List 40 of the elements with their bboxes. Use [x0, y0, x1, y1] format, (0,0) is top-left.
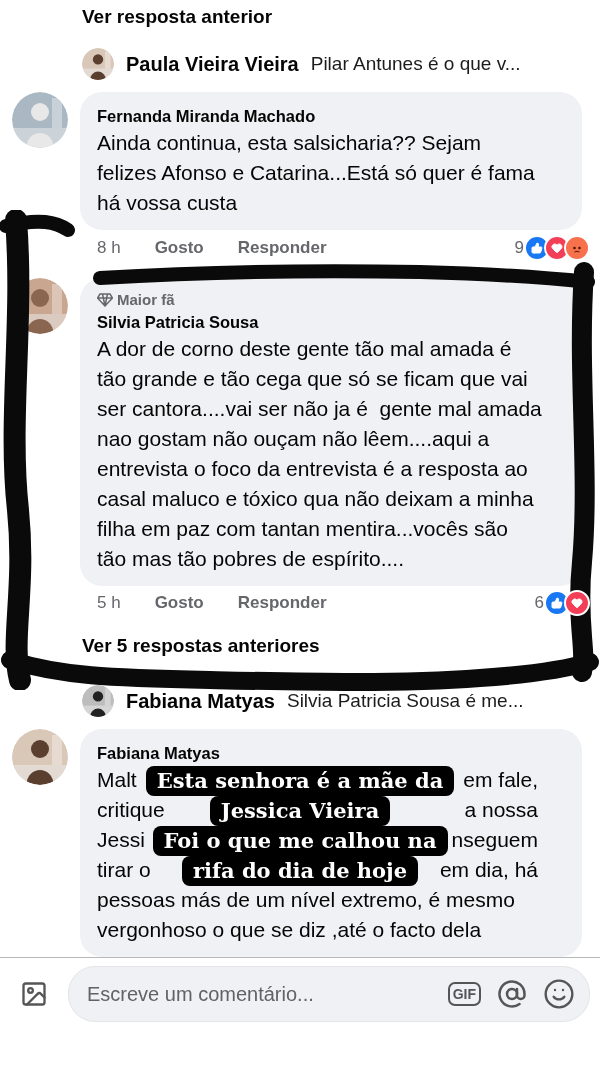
reply-link[interactable]: Responder	[237, 237, 327, 258]
caption-line: Esta senhora é a mãe da	[145, 766, 455, 796]
mention-icon[interactable]	[497, 979, 527, 1009]
smile-icon[interactable]	[543, 978, 575, 1010]
caption-line: rifa do dia de hoje	[181, 856, 419, 886]
comment-author[interactable]: Silvia Patricia Sousa	[97, 309, 542, 334]
gif-button[interactable]: GIF	[447, 982, 481, 1006]
caption-line: Foi o que me calhou na	[152, 826, 448, 856]
badge-label: Maior fã	[117, 289, 175, 310]
like-link[interactable]: Gosto	[154, 593, 204, 614]
reply-snippet: Pilar Antunes é o que v...	[310, 53, 521, 75]
comment-field[interactable]: Escreve um comentário... GIF	[68, 966, 590, 1022]
reply-author[interactable]: Fabiana Matyas	[126, 689, 275, 713]
reply-link[interactable]: Responder	[237, 593, 327, 614]
comment-text: Jessi	[97, 827, 145, 853]
image-icon[interactable]	[20, 980, 48, 1008]
comment-author[interactable]: Fabiana Matyas	[97, 741, 542, 765]
diamond-icon	[97, 292, 113, 307]
comment-text: em dia, há	[439, 857, 538, 883]
comment-text: nseguem	[451, 827, 538, 853]
like-link[interactable]: Gosto	[154, 237, 204, 258]
comment-text: A dor de corno deste gente tão mal amada é tão grande e tão cega que só se ficam que vai ser cantora....vai ser não ja é gente mal amada nao gostam não ouçam não lêem....aqui a entrevista o foco da entrevista é a resposta ao casal maluco e tóxico qua não deixam a minha filha em paz com tantan mentira...vocês são tão mas tão pobres de espírito....	[97, 335, 542, 572]
comment-text: Ainda continua, esta salsicharia?? Sejam felizes Afonso e Catarina...Está só quer é fama há vossa custa	[97, 130, 536, 216]
reply-snippet: Silvia Patricia Sousa é me...	[286, 690, 524, 712]
more-replies-link[interactable]: Ver 5 respostas anteriores	[82, 629, 320, 663]
comment-text: a nossa	[464, 797, 538, 823]
comment-text: Malt	[97, 767, 137, 793]
comment-text: critique	[97, 797, 165, 823]
caption-line: Jessica Vieira	[209, 796, 391, 826]
comment-text: pessoas más de um nível extremo, é mesmo	[97, 887, 515, 913]
comment-text: vergonhoso o que se diz ,até o facto dela	[97, 917, 482, 943]
comment-time: 8 h	[97, 237, 121, 258]
reply-author[interactable]: Paula Vieira Vieira	[126, 52, 299, 76]
reaction-count: 6	[534, 593, 544, 614]
reaction-count: 9	[514, 237, 524, 258]
more-replies-link[interactable]: Ver resposta anterior	[82, 0, 273, 34]
comment-text: tirar o	[97, 857, 151, 883]
comment-author[interactable]: Fernanda Miranda Machado	[97, 104, 542, 128]
comment-text: em fale,	[463, 767, 538, 793]
comment-time: 5 h	[97, 593, 121, 614]
